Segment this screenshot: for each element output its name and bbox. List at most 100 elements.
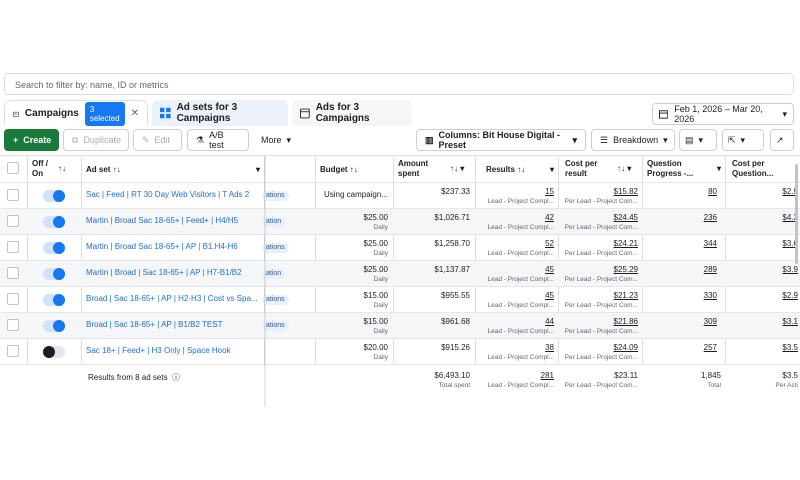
table-row[interactable]: Martin | Broad Sac 18-65+ | AP | B1.H4-H… bbox=[0, 234, 800, 260]
delivery-toggle[interactable] bbox=[43, 320, 65, 332]
question-progress-value[interactable]: 330 bbox=[643, 291, 717, 300]
cost-per-question-value[interactable]: $3.5 bbox=[726, 343, 798, 352]
ad-set-name-link[interactable]: Broad | Sac 18-65+ | AP | B1/B2 TEST bbox=[86, 320, 262, 329]
results-value[interactable]: 42 bbox=[476, 213, 554, 222]
ab-test-button[interactable]: ⚗ A/B test bbox=[187, 129, 249, 151]
cost-per-result-value[interactable]: $15.82 bbox=[559, 187, 638, 196]
columns-icon: ▥ bbox=[425, 134, 434, 145]
header-adset[interactable]: Ad set ↑↓ ▾ bbox=[82, 156, 264, 182]
cost-per-result-value[interactable]: $24.21 bbox=[559, 239, 638, 248]
amount-spent-value: $1,026.71 bbox=[434, 213, 470, 222]
toggle-knob bbox=[53, 190, 65, 202]
delivery-toggle[interactable] bbox=[43, 242, 65, 254]
cost-per-question-value[interactable]: $3.1 bbox=[726, 317, 798, 326]
vertical-scrollbar[interactable] bbox=[795, 164, 798, 264]
tab-ads[interactable]: Ads for 3 Campaigns bbox=[292, 100, 412, 126]
header-amount-spent[interactable]: Amount spent ↑↓ ▾ bbox=[394, 156, 475, 182]
chart-button[interactable]: ↗ bbox=[770, 129, 794, 151]
header-onoff[interactable]: Off / On ↑↓ bbox=[28, 156, 80, 182]
budget-value: $25.00 bbox=[363, 265, 388, 274]
delivery-toggle[interactable] bbox=[43, 268, 65, 280]
table-row[interactable]: Martin | Broad | Sac 18-65+ | AP | H7-B1… bbox=[0, 260, 800, 286]
question-progress-value[interactable]: 236 bbox=[643, 213, 717, 222]
header-cost-per-result[interactable]: Cost per result ↑↓ ▾ bbox=[559, 156, 642, 182]
table-row[interactable]: Broad | Sac 18-65+ | AP | H2-H3 | Cost v… bbox=[0, 286, 800, 312]
totals-results[interactable]: 281 bbox=[476, 371, 554, 380]
clear-selection-icon[interactable]: ✕ bbox=[131, 108, 139, 119]
cost-per-question-value[interactable]: $3.9 bbox=[726, 265, 798, 274]
breakdown-button[interactable]: ☰ Breakdown ▾ bbox=[591, 129, 675, 151]
layers-icon: ▤ bbox=[685, 134, 694, 145]
export-button[interactable]: ⇱ ▾ bbox=[722, 129, 764, 151]
select-all-checkbox[interactable] bbox=[7, 162, 19, 174]
question-progress-value[interactable]: 80 bbox=[643, 187, 717, 196]
results-value[interactable]: 45 bbox=[476, 291, 554, 300]
tab-ad-sets[interactable]: Ad sets for 3 Campaigns bbox=[152, 100, 288, 126]
sort-icon: ↑↓ bbox=[349, 165, 358, 174]
columns-button[interactable]: ▥ Columns: Bit House Digital - Preset ▾ bbox=[416, 129, 586, 151]
ad-set-name-link[interactable]: Martin | Broad | Sac 18-65+ | AP | H7-B1… bbox=[86, 268, 262, 277]
date-range-picker[interactable]: Feb 1, 2026 – Mar 20, 2026 ▾ bbox=[652, 103, 794, 125]
results-value[interactable]: 38 bbox=[476, 343, 554, 352]
budget-value: $25.00 bbox=[363, 239, 388, 248]
question-progress-value[interactable]: 309 bbox=[643, 317, 717, 326]
row-checkbox[interactable] bbox=[7, 189, 19, 201]
ad-set-name-link[interactable]: Broad | Sac 18-65+ | AP | H2-H3 | Cost v… bbox=[86, 294, 262, 303]
results-sub: Lead - Project Compl... bbox=[487, 250, 554, 257]
table-row[interactable]: Broad | Sac 18-65+ | AP | B1/B2 TEST atio… bbox=[0, 312, 800, 338]
row-checkbox[interactable] bbox=[7, 241, 19, 253]
row-checkbox[interactable] bbox=[7, 215, 19, 227]
edit-button[interactable]: ✎ Edit bbox=[133, 129, 182, 151]
header-cost-per-question[interactable]: Cost per Question... bbox=[726, 156, 796, 182]
delivery-toggle[interactable] bbox=[43, 294, 65, 306]
question-progress-value[interactable]: 289 bbox=[643, 265, 717, 274]
results-value[interactable]: 15 bbox=[476, 187, 554, 196]
results-value[interactable]: 52 bbox=[476, 239, 554, 248]
cost-per-question-value[interactable]: $2.9 bbox=[726, 187, 798, 196]
cost-per-result-value[interactable]: $25.29 bbox=[559, 265, 638, 274]
budget-value: $25.00 bbox=[363, 213, 388, 222]
ad-set-name-link[interactable]: Martin | Broad Sac 18-65+ | AP | B1.H4-H… bbox=[86, 242, 262, 251]
row-checkbox[interactable] bbox=[7, 345, 19, 357]
toggle-knob bbox=[53, 268, 65, 280]
question-progress-value[interactable]: 344 bbox=[643, 239, 717, 248]
delivery-toggle[interactable] bbox=[43, 216, 65, 228]
results-value[interactable]: 45 bbox=[476, 265, 554, 274]
cost-per-result-value[interactable]: $21.23 bbox=[559, 291, 638, 300]
table-row[interactable]: Sac 18+ | Feed+ | H3 Only | Space Hook $2… bbox=[0, 338, 800, 364]
question-progress-value[interactable]: 257 bbox=[643, 343, 717, 352]
view-options-button[interactable]: ▤ ▾ bbox=[679, 129, 717, 151]
delivery-toggle[interactable] bbox=[43, 346, 65, 358]
cost-per-result-sub: Per Lead - Project Com... bbox=[564, 250, 638, 257]
ad-set-name-link[interactable]: Sac | Feed | RT 30 Day Web Visitors | T … bbox=[86, 190, 262, 199]
info-icon[interactable]: ⓘ bbox=[172, 372, 180, 383]
cost-per-result-value[interactable]: $21.86 bbox=[559, 317, 638, 326]
header-select-all[interactable] bbox=[0, 156, 27, 182]
header-budget[interactable]: Budget ↑↓ bbox=[316, 156, 393, 182]
sort-icon: ↑↓ bbox=[112, 165, 121, 174]
results-value[interactable]: 44 bbox=[476, 317, 554, 326]
header-results[interactable]: Results ↑↓ ▾ bbox=[476, 156, 558, 182]
row-checkbox[interactable] bbox=[7, 319, 19, 331]
table-row[interactable]: Sac | Feed | RT 30 Day Web Visitors | T … bbox=[0, 182, 800, 208]
budget-sub: Daily bbox=[373, 224, 388, 231]
ad-set-name-link[interactable]: Sac 18+ | Feed+ | H3 Only | Space Hook bbox=[86, 346, 262, 355]
table-row[interactable]: Martin | Broad Sac 18-65+ | Feed+ | H4/H… bbox=[0, 208, 800, 234]
header-question-progress[interactable]: Question Progress -... ▾ bbox=[643, 156, 725, 182]
row-checkbox[interactable] bbox=[7, 267, 19, 279]
delivery-toggle[interactable] bbox=[43, 190, 65, 202]
duplicate-button[interactable]: ⧉ Duplicate bbox=[63, 129, 129, 151]
totals-row: Results from 8 ad sets ⓘ $6,493.10 Total… bbox=[0, 364, 800, 407]
cost-per-question-value[interactable]: $2.9 bbox=[726, 291, 798, 300]
more-button[interactable]: More ▾ bbox=[253, 129, 301, 151]
cost-per-result-value[interactable]: $24.45 bbox=[559, 213, 638, 222]
create-button[interactable]: + Create bbox=[4, 129, 59, 151]
cost-per-result-value[interactable]: $24.09 bbox=[559, 343, 638, 352]
cost-per-question-value[interactable]: $4.3 bbox=[726, 213, 798, 222]
ad-set-name-link[interactable]: Martin | Broad Sac 18-65+ | Feed+ | H4/H… bbox=[86, 216, 262, 225]
tab-campaigns[interactable]: Campaigns 3 selected ✕ bbox=[4, 100, 148, 126]
search-input[interactable]: Search to filter by: name, ID or metrics bbox=[4, 73, 794, 95]
row-checkbox[interactable] bbox=[7, 293, 19, 305]
totals-cpq: $3.5 bbox=[782, 371, 798, 380]
cost-per-question-value[interactable]: $3.6 bbox=[726, 239, 798, 248]
